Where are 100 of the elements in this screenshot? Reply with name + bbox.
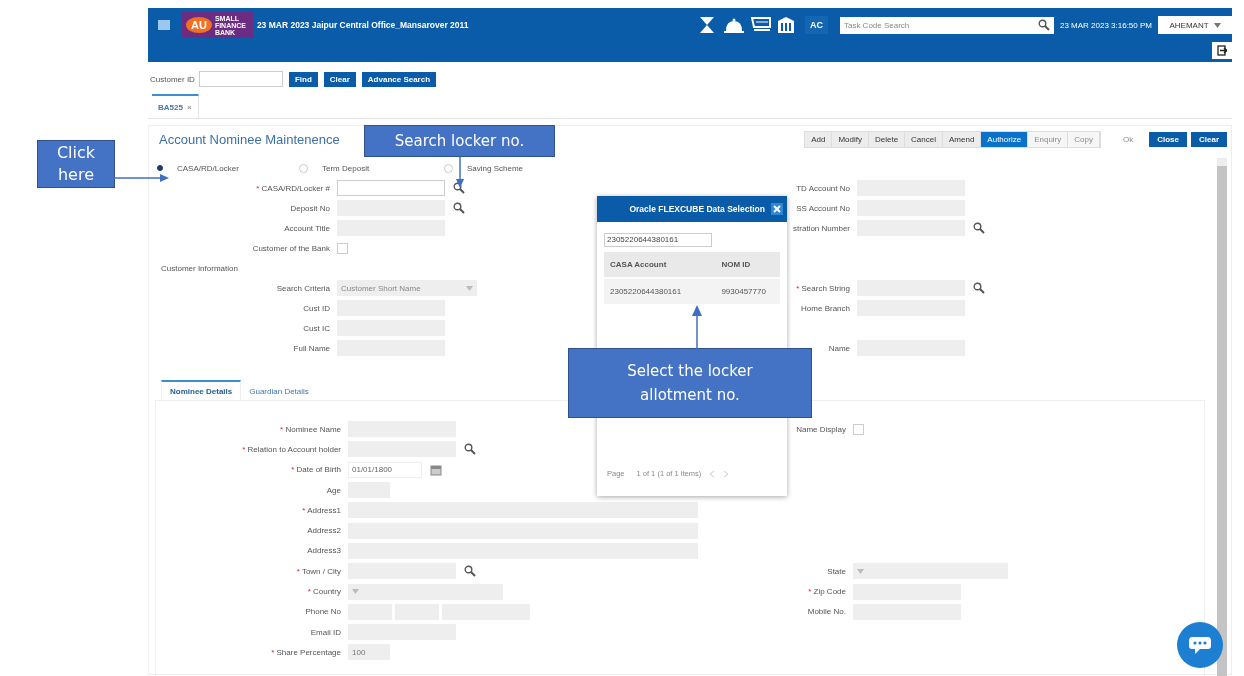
search-icon[interactable] [1037,18,1050,31]
field-label: * CASA/RD/Locker # [256,183,330,193]
close-button[interactable] [771,203,783,215]
screen-tab[interactable]: BA525 × [152,94,199,118]
search-icon[interactable] [464,443,476,456]
logout-icon [1217,45,1227,56]
prev-icon[interactable] [709,469,716,478]
action-button[interactable]: Modify [832,131,869,147]
caret-icon [1213,22,1221,28]
field-label: * Search String [796,283,850,293]
field-label: Deposit No [290,203,330,213]
section-heading: Customer Information [161,263,238,273]
cart-icon[interactable] [750,16,771,34]
logout-button[interactable] [1212,42,1232,59]
action-button[interactable]: Amend [943,131,982,147]
radio-label: Saving Scheme [467,163,525,173]
caret-icon [857,568,864,574]
field-label: Name [828,343,850,353]
section-tab[interactable]: Guardian Details [241,380,317,400]
calendar-icon[interactable] [430,463,442,476]
field-label: Phone No [305,607,341,617]
action-button[interactable]: Clear [1191,131,1227,147]
chat-icon [1188,635,1212,655]
field-label: * Date of Birth [291,465,341,475]
date-field[interactable]: 01/01/1800 [348,461,422,478]
field-label: Full Name [293,343,330,353]
action-button[interactable]: Add [805,131,833,147]
search-button[interactable]: Clear [323,71,356,87]
field-label: * Address1 [302,505,341,515]
building-icon[interactable] [776,16,795,34]
field-label: Email ID [310,627,341,637]
field-label: Mobile No. [807,607,846,617]
close-icon [773,205,781,213]
action-button[interactable]: Close [1149,131,1187,147]
search-field[interactable]: 2305220644380161 [604,233,712,247]
menu-icon[interactable] [158,20,170,30]
scrollbar[interactable] [1217,158,1227,676]
field-label: Age [326,485,341,495]
checkbox[interactable] [337,242,348,254]
input-field[interactable] [337,180,445,196]
search-button[interactable]: Advance Search [361,71,437,87]
callout-box: Search locker no. [364,125,555,157]
field-label: * Country [307,587,341,596]
arrow [455,157,465,189]
dropdown[interactable] [348,583,503,600]
field-label: State [827,566,846,576]
field-label: * Share Percentage [271,647,341,657]
input-field[interactable] [198,71,283,87]
field-label: TD Account No [796,183,850,193]
dialog-title: Oracle FLEXCUBE Data Selection [629,204,765,214]
field-label: stration Number [793,223,850,233]
arrow [691,304,703,350]
radio-button[interactable] [157,165,163,171]
branch-info: 23 MAR 2023 Jaipur Central Office_Mansarover 2011 [256,20,469,30]
radio-label: CASA/RD/Locker [177,163,240,173]
user-menu[interactable]: AHEMANT [1158,16,1232,34]
field-label: * Zip Code [808,587,846,596]
field-label: SS Account No [796,203,850,213]
search-icon[interactable] [973,282,985,294]
bell-icon[interactable] [722,16,745,34]
field-label: Address2 [307,526,341,536]
result-row[interactable]: 2305220644380161 9930457770 [604,279,780,304]
arrow [114,173,170,183]
field-label: * Relation to Account holder [242,444,341,454]
user-badge[interactable]: AC [804,16,828,34]
screen-title: Account Nominee Maintenence [158,131,340,147]
chat-button[interactable] [1177,622,1223,668]
field-label: Name Display [796,424,846,434]
logo-mark: AU [186,17,212,33]
action-button[interactable]: Cancel [905,131,943,147]
search-icon[interactable] [453,202,465,214]
callout-box: Select the locker allotment no. [568,348,812,418]
search-icon[interactable] [973,222,985,234]
table-cell-text: 2305220644380161 [609,287,683,296]
callout-box: Click here [37,140,115,188]
caret-icon [352,589,359,594]
field-label: Home Branch [801,303,850,313]
field-label: Search Criteria [276,283,330,293]
column-header: NOM ID [720,260,752,269]
field-label: * Nominee Name [280,424,341,434]
field-label: Customer of the Bank [252,243,330,253]
date-time: 23 MAR 2023 3:16:50 PM [1059,20,1152,30]
action-button[interactable]: Authorize [981,131,1029,147]
field-label: Address3 [307,546,341,556]
input-field[interactable]: 100 [348,644,390,661]
caret-icon [466,285,473,291]
radio-label: Term Deposit [322,163,371,173]
search-field[interactable]: Task Code Search [839,16,1054,34]
field-label: Customer ID [150,74,195,84]
dropdown[interactable] [853,563,1008,580]
action-button[interactable]: Delete [868,131,906,147]
search-button[interactable]: Find [288,71,318,87]
search-icon[interactable] [464,565,476,578]
section-tab[interactable]: Nominee Details [161,380,242,400]
next-icon[interactable] [723,469,730,478]
field-label: Account Title [284,223,330,233]
checkbox[interactable] [853,423,864,435]
column-header: CASA Account [609,260,668,269]
field-label: * Town / City [296,566,341,576]
search-icon[interactable] [453,182,465,194]
